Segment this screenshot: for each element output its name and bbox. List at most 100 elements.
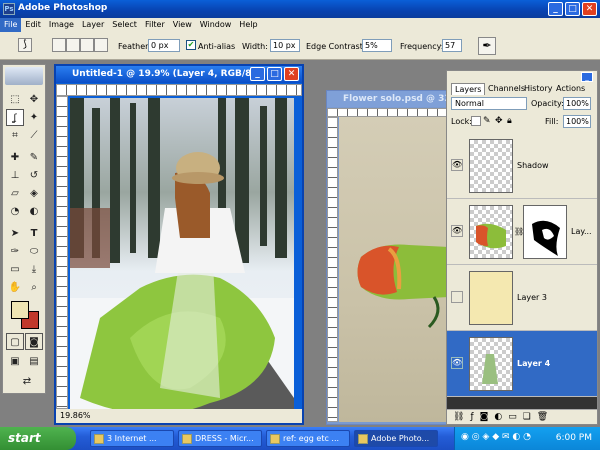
menu-file[interactable]: File [0, 18, 22, 32]
doc-maximize-button[interactable]: □ [267, 67, 282, 81]
menu-view[interactable]: View [169, 18, 196, 32]
dodge-icon[interactable]: ◐ [25, 203, 43, 220]
magnetic-lasso-icon[interactable]: ⟆ [18, 38, 32, 52]
task-dress[interactable]: DRESS - Micr... [178, 430, 262, 447]
path-select-icon[interactable]: ➤ [6, 225, 24, 242]
trash-icon[interactable]: 🗑︎ [537, 412, 548, 422]
menu-help[interactable]: Help [235, 18, 261, 32]
visibility-eye-icon[interactable]: 👁︎ [451, 159, 463, 171]
layer-style-icon[interactable]: ƒ [470, 412, 473, 422]
document-window-untitled[interactable]: Untitled-1 @ 19.9% (Layer 4, RGB/8) _ □ … [54, 64, 304, 425]
layer-mask-thumbnail[interactable] [523, 205, 567, 259]
canvas-photo[interactable] [70, 98, 294, 413]
opacity-input[interactable]: 100% [563, 97, 591, 110]
menu-select[interactable]: Select [108, 18, 141, 32]
jump-to-imageready-icon[interactable]: ⇄ [15, 373, 39, 390]
marquee-icon[interactable]: ⬚ [6, 91, 24, 108]
new-group-icon[interactable]: ▭ [508, 412, 517, 422]
new-layer-icon[interactable]: ❏ [523, 412, 531, 422]
tab-history[interactable]: History [521, 83, 555, 94]
task-internet[interactable]: 3 Internet ... [90, 430, 174, 447]
link-layers-icon[interactable]: ⛓︎ [453, 412, 464, 422]
edge-contrast-label: Edge Contrast: [306, 42, 366, 51]
lock-all-icon[interactable]: 🔒︎ [507, 116, 512, 126]
tray-icons[interactable]: ◉ ◎ ◈ ◆ ✉ ◐ ◔ [461, 432, 531, 442]
tab-layers[interactable]: Layers [451, 83, 486, 95]
foreground-color-swatch[interactable] [11, 301, 29, 319]
lock-transparent-icon[interactable] [471, 116, 481, 126]
menu-filter[interactable]: Filter [141, 18, 169, 32]
add-mask-icon[interactable]: ◙ [480, 412, 489, 422]
brush-icon[interactable]: ✎ [25, 149, 43, 166]
feather-logo-icon[interactable] [5, 67, 43, 85]
zoom-icon[interactable]: ⌕ [25, 279, 43, 296]
layers-minimize-button[interactable]: _ [581, 72, 593, 82]
screen-mode-standard-icon[interactable]: ▣ [6, 353, 24, 370]
pen-icon[interactable]: ✑ [6, 243, 24, 260]
eraser-icon[interactable]: ▱ [6, 185, 24, 202]
task-label: ref: egg etc ... [283, 434, 340, 443]
menu-edit[interactable]: Edit [21, 18, 45, 32]
type-icon[interactable]: T [25, 225, 43, 242]
screen-mode-full-icon[interactable]: ▤ [25, 353, 43, 370]
crop-icon[interactable]: ⌗ [6, 127, 24, 144]
hand-icon[interactable]: ✋ [6, 279, 24, 296]
maximize-button[interactable]: □ [565, 2, 580, 16]
frequency-input[interactable]: 57 [442, 39, 462, 52]
fill-input[interactable]: 100% [563, 115, 591, 128]
lasso-icon[interactable]: ʆ [6, 109, 24, 126]
healing-brush-icon[interactable]: ✚ [6, 149, 24, 166]
document2-title-bar[interactable]: Flower solo.psd @ 33... [327, 91, 461, 107]
clone-stamp-icon[interactable]: ⊥ [6, 167, 24, 184]
notes-icon[interactable]: ▭ [6, 261, 24, 278]
subtract-selection-button[interactable] [80, 38, 94, 52]
history-brush-icon[interactable]: ↺ [25, 167, 43, 184]
task-ref[interactable]: ref: egg etc ... [266, 430, 350, 447]
lock-pixels-icon[interactable]: ✎ [483, 116, 491, 126]
quickmask-mode-icon[interactable]: ◙ [25, 333, 43, 350]
layer-row-layer4[interactable]: 👁︎ Layer 4 [447, 331, 597, 397]
zoom-level[interactable]: 19.86% [60, 411, 91, 420]
width-input[interactable]: 10 px [270, 39, 300, 52]
intersect-selection-button[interactable] [94, 38, 108, 52]
slice-icon[interactable]: ⟋ [25, 127, 43, 144]
new-fill-adjustment-icon[interactable]: ◐ [494, 412, 502, 422]
magic-wand-icon[interactable]: ✦ [25, 109, 43, 126]
tab-actions[interactable]: Actions [553, 83, 588, 94]
start-button[interactable]: start [0, 427, 76, 450]
layer-row-flower[interactable]: 👁︎ ⛓︎ Lay... [447, 199, 597, 265]
task-photoshop[interactable]: Adobe Photo... [354, 430, 438, 447]
zoom-status[interactable]: 19.86% [56, 409, 302, 423]
layer-row-shadow[interactable]: 👁︎ Shadow [447, 133, 597, 199]
lock-position-icon[interactable]: ✥ [495, 116, 503, 126]
move-icon[interactable]: ✥ [25, 91, 43, 108]
flower-canvas[interactable] [339, 117, 457, 422]
document-window-flower[interactable]: Flower solo.psd @ 33... [326, 90, 461, 425]
doc-minimize-button[interactable]: _ [250, 67, 265, 81]
feather-input[interactable]: 0 px [148, 39, 180, 52]
clock[interactable]: 6:00 PM [556, 433, 592, 443]
blend-mode-select[interactable]: Normal [451, 97, 527, 110]
document-title-bar[interactable]: Untitled-1 @ 19.9% (Layer 4, RGB/8) _ □ … [56, 66, 302, 83]
edge-contrast-input[interactable]: 5% [362, 39, 392, 52]
add-selection-button[interactable] [66, 38, 80, 52]
visibility-eye-icon[interactable]: 👁︎ [451, 357, 463, 369]
visibility-eye-icon[interactable]: 👁︎ [451, 225, 463, 237]
paint-bucket-icon[interactable]: ◈ [25, 185, 43, 202]
blur-icon[interactable]: ◔ [6, 203, 24, 220]
menu-layer[interactable]: Layer [78, 18, 108, 32]
menu-image[interactable]: Image [45, 18, 78, 32]
eyedropper-icon[interactable]: ⤓ [25, 261, 43, 278]
antialias-checkbox[interactable]: ✔ [186, 40, 196, 50]
pen-pressure-icon[interactable]: ✒ [478, 37, 496, 55]
layer-row-layer3[interactable]: Layer 3 [447, 265, 597, 331]
menu-window[interactable]: Window [196, 18, 236, 32]
doc-close-button[interactable]: ✕ [284, 67, 299, 81]
standard-mode-icon[interactable]: ▢ [6, 333, 24, 350]
layer-row-partial[interactable] [447, 397, 597, 409]
minimize-button[interactable]: _ [548, 2, 563, 16]
close-button[interactable]: ✕ [582, 2, 597, 16]
shape-icon[interactable]: ⬭ [25, 243, 43, 260]
visibility-eye-icon[interactable] [451, 291, 463, 303]
new-selection-button[interactable] [52, 38, 66, 52]
